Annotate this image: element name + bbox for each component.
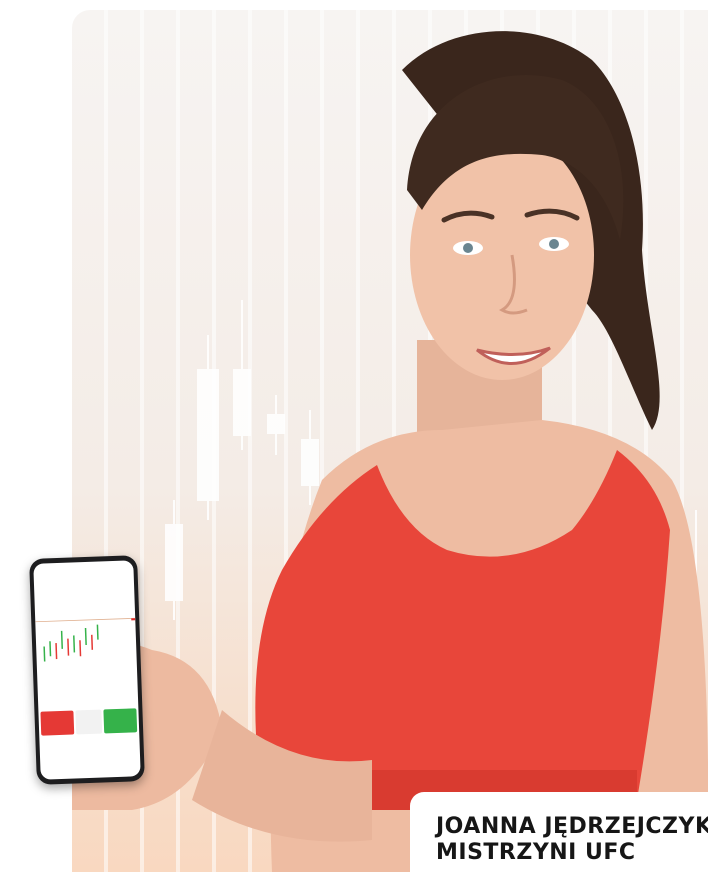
athlete-name: JOANNA JĘDRZEJCZYK xyxy=(436,814,708,839)
phone-app-header xyxy=(34,574,134,589)
sell-button xyxy=(40,710,74,736)
athlete-title: MISTRZYNI UFC xyxy=(436,840,636,865)
price-line-chart xyxy=(35,617,136,662)
trade-buttons-row xyxy=(38,708,139,736)
current-price-tag xyxy=(131,618,136,621)
athlete-photo xyxy=(72,31,708,872)
phone-screen xyxy=(33,560,141,780)
caption-card: JOANNA JĘDRZEJCZYK MISTRZYNI UFC xyxy=(410,792,708,872)
quantity-field xyxy=(75,709,103,735)
trading-app-phone xyxy=(29,555,145,785)
hero-background xyxy=(72,10,708,872)
buy-button xyxy=(103,708,138,734)
